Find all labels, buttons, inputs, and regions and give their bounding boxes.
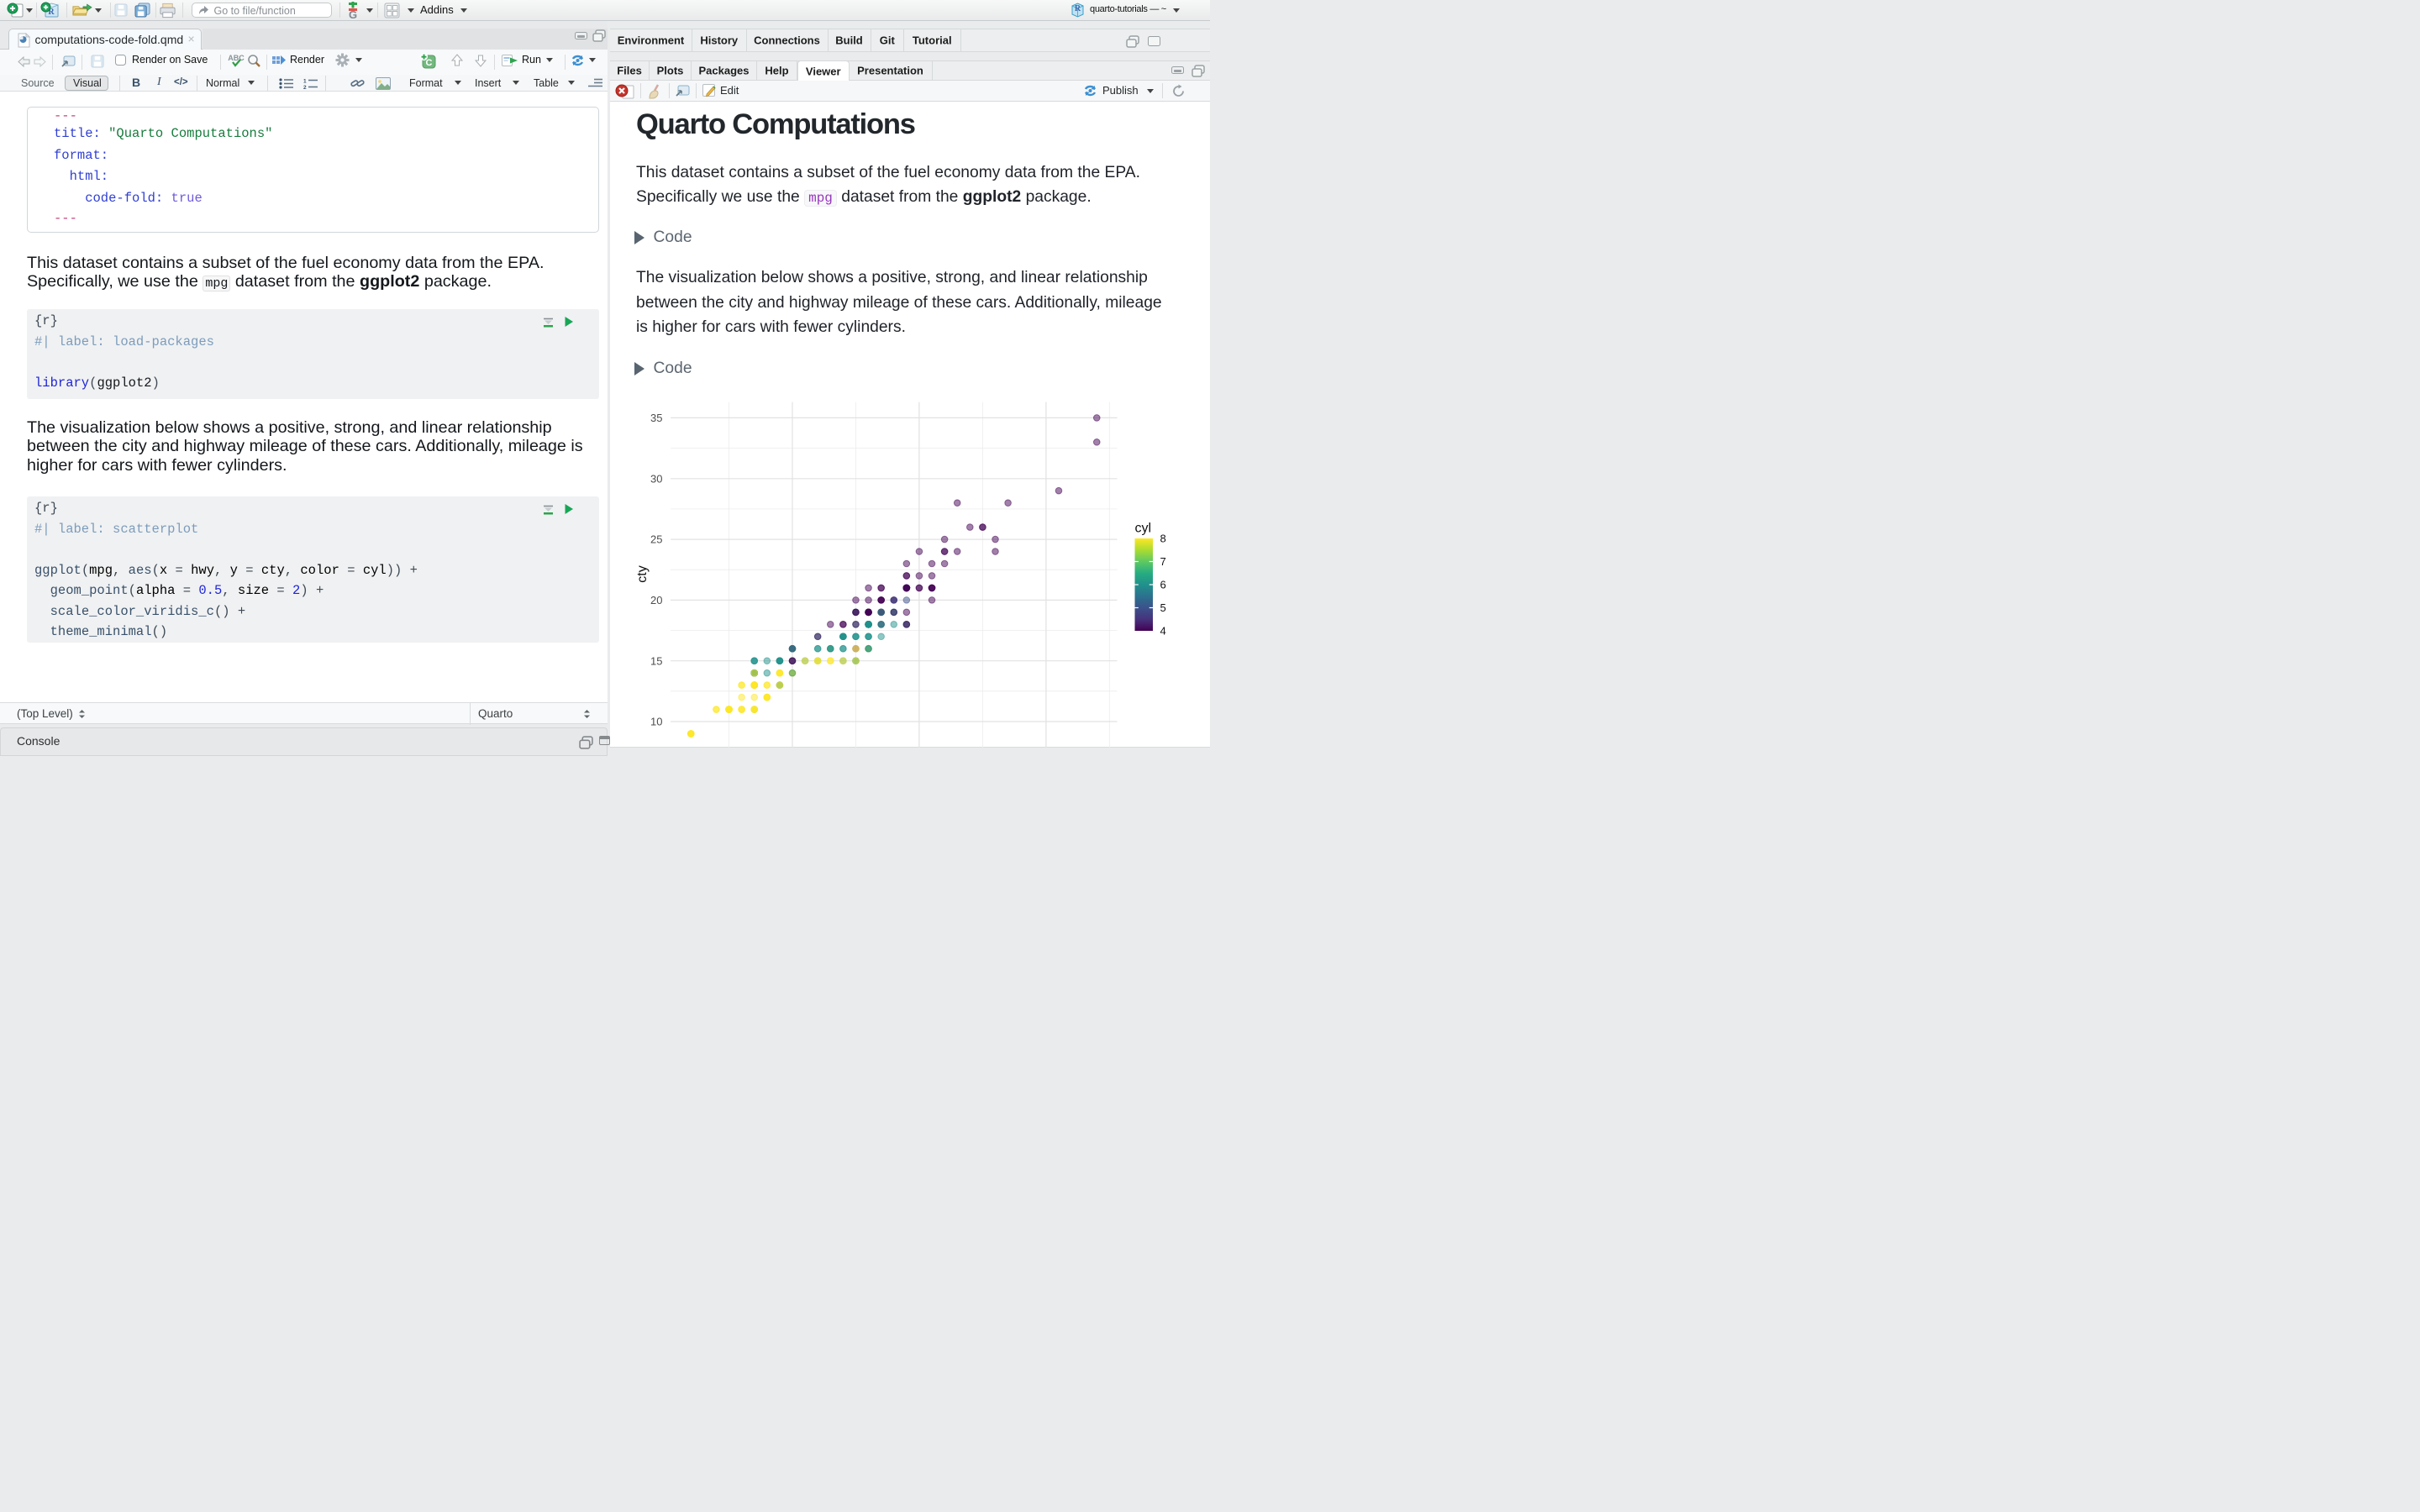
svg-text:10: 10 (650, 715, 662, 727)
svg-text:1: 1 (303, 78, 307, 84)
svg-text:cty: cty (635, 565, 650, 582)
svg-text:2: 2 (303, 85, 307, 89)
svg-text:20: 20 (650, 594, 662, 606)
svg-text:C: C (426, 58, 433, 68)
svg-text:35: 35 (650, 412, 662, 424)
svg-text:G: G (349, 8, 357, 19)
svg-text:cyl: cyl (1135, 521, 1152, 535)
svg-text:8: 8 (1160, 532, 1166, 544)
svg-text:25: 25 (650, 533, 662, 545)
svg-text:5: 5 (1160, 601, 1166, 614)
svg-text:ABC: ABC (228, 54, 245, 62)
svg-text:30: 30 (650, 472, 662, 485)
svg-text:7: 7 (1160, 555, 1166, 568)
svg-text:4: 4 (1160, 624, 1166, 637)
svg-text:6: 6 (1160, 578, 1166, 591)
svg-text:15: 15 (650, 654, 662, 667)
svg-text:R: R (1075, 4, 1081, 13)
